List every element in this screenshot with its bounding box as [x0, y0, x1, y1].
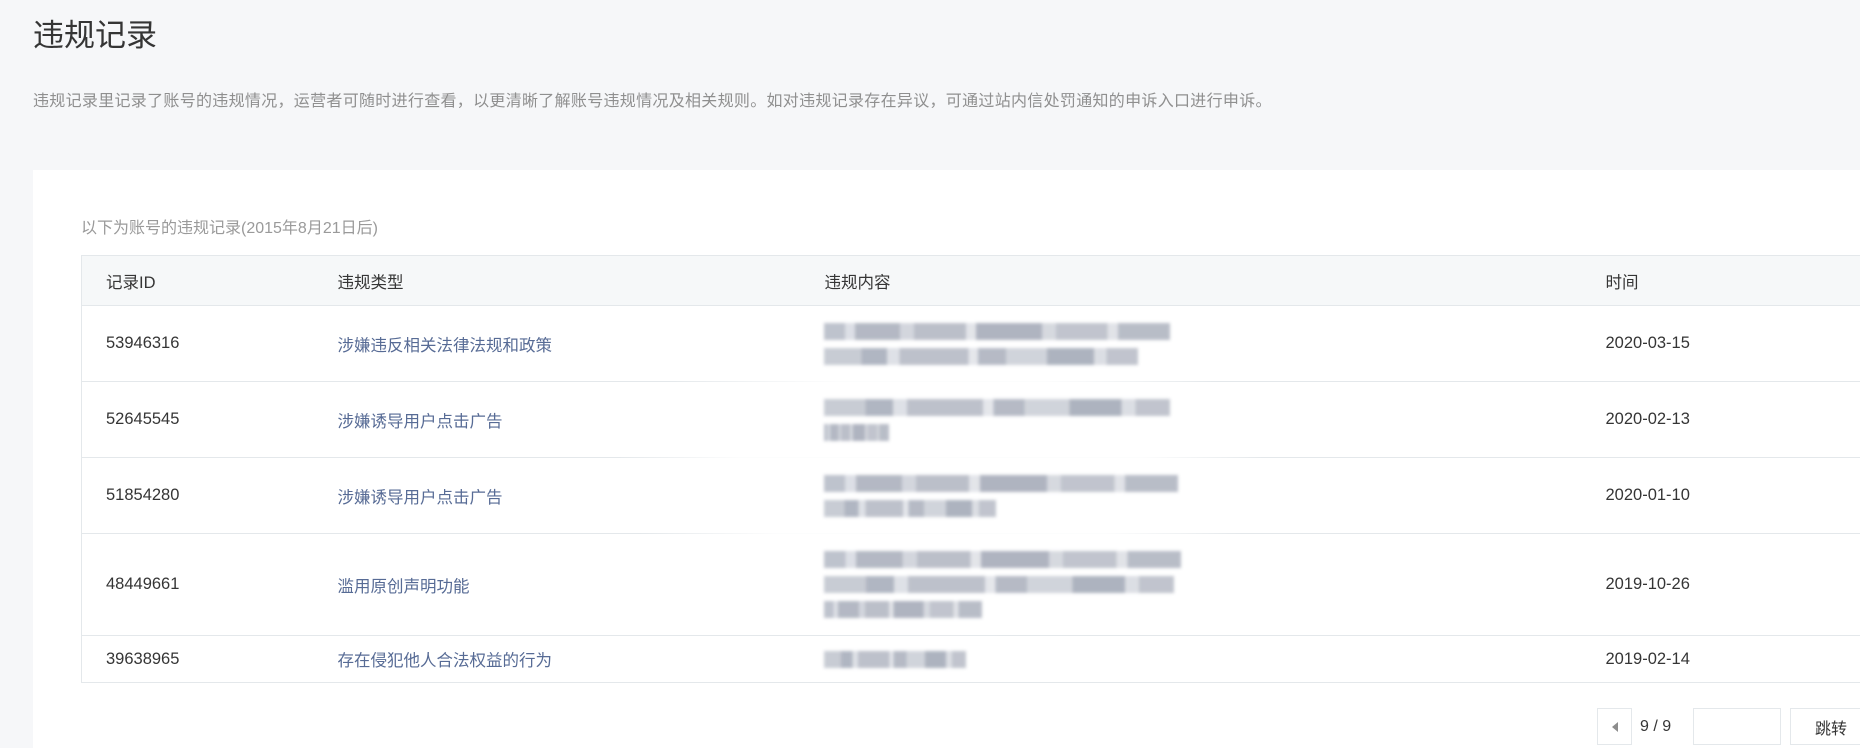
column-header-time: 时间	[1581, 255, 1860, 306]
violation-type-cell: 滥用原创声明功能	[313, 533, 801, 636]
table-row: 39638965 存在侵犯他人合法权益的行为 2019-02-14	[81, 635, 1860, 683]
record-date-cell: 2020-03-15	[1581, 305, 1860, 382]
violation-content-cell	[800, 533, 1582, 636]
record-date-cell: 2020-02-13	[1581, 381, 1860, 458]
redacted-line	[823, 398, 1170, 416]
table-row: 53946316 涉嫌违反相关法律法规和政策 2020-03-15	[81, 305, 1860, 382]
record-id-cell: 39638965	[81, 635, 314, 683]
violation-type-link[interactable]: 涉嫌诱导用户点击广告	[338, 489, 503, 507]
prev-page-button[interactable]	[1597, 708, 1632, 745]
table-row: 52645545 涉嫌诱导用户点击广告 2020-02-13	[81, 381, 1860, 458]
violation-type-link[interactable]: 涉嫌违反相关法律法规和政策	[338, 337, 553, 355]
violation-content-cell	[800, 305, 1582, 382]
violation-type-cell: 存在侵犯他人合法权益的行为	[313, 635, 801, 683]
pagination: 9 / 9 跳转	[1597, 708, 1860, 745]
table-header-row: 记录ID 违规类型 违规内容 时间	[81, 255, 1860, 306]
redacted-line	[823, 499, 996, 517]
redacted-line	[823, 551, 1181, 568]
redacted-content	[823, 322, 1582, 365]
violation-type-link[interactable]: 滥用原创声明功能	[338, 578, 470, 596]
redacted-line	[823, 576, 1174, 593]
page-title: 违规记录	[33, 18, 157, 53]
violation-content-cell	[800, 457, 1582, 534]
column-header-violation-content: 违规内容	[800, 255, 1582, 306]
violation-type-cell: 涉嫌诱导用户点击广告	[313, 457, 801, 534]
record-id-cell: 48449661	[81, 533, 314, 636]
redacted-line	[823, 423, 889, 441]
redacted-line	[823, 322, 1170, 340]
violation-type-cell: 涉嫌诱导用户点击广告	[313, 381, 801, 458]
records-table-wrapper: 记录ID 违规类型 违规内容 时间 53946316 涉嫌违反相关法律法规和政策	[81, 255, 1860, 683]
page-description: 违规记录里记录了账号的违规情况，运营者可随时进行查看，以更清晰了解账号违规情况及…	[33, 93, 1272, 110]
violation-type-link[interactable]: 存在侵犯他人合法权益的行为	[338, 652, 553, 670]
column-header-record-id: 记录ID	[81, 255, 314, 306]
redacted-content	[823, 551, 1582, 618]
violation-content-cell	[800, 635, 1582, 683]
jump-button[interactable]: 跳转	[1790, 708, 1860, 745]
redacted-line	[823, 601, 982, 618]
records-caption: 以下为账号的违规记录(2015年8月21日后)	[81, 220, 378, 237]
table-row: 48449661 滥用原创声明功能 2019-10-26	[81, 533, 1860, 636]
table-row: 51854280 涉嫌诱导用户点击广告 2020-01-10	[81, 457, 1860, 534]
records-card: 以下为账号的违规记录(2015年8月21日后) 记录ID 违规类型 违规内容 时…	[33, 170, 1860, 748]
redacted-content	[823, 398, 1582, 441]
violation-type-link[interactable]: 涉嫌诱导用户点击广告	[338, 413, 503, 431]
column-header-violation-type: 违规类型	[313, 255, 801, 306]
caret-left-icon	[1611, 721, 1618, 732]
redacted-line	[823, 650, 966, 668]
record-id-cell: 52645545	[81, 381, 314, 458]
record-id-cell: 53946316	[81, 305, 314, 382]
redacted-content	[823, 474, 1582, 517]
redacted-content	[823, 650, 1582, 668]
redacted-line	[823, 347, 1138, 365]
record-date-cell: 2019-02-14	[1581, 635, 1860, 683]
page-indicator: 9 / 9	[1640, 717, 1672, 735]
violation-type-cell: 涉嫌违反相关法律法规和政策	[313, 305, 801, 382]
violation-content-cell	[800, 381, 1582, 458]
violation-records-table: 记录ID 违规类型 违规内容 时间 53946316 涉嫌违反相关法律法规和政策	[81, 255, 1860, 683]
redacted-line	[823, 474, 1178, 492]
record-id-cell: 51854280	[81, 457, 314, 534]
record-date-cell: 2020-01-10	[1581, 457, 1860, 534]
record-date-cell: 2019-10-26	[1581, 533, 1860, 636]
jump-page-input[interactable]	[1693, 708, 1781, 745]
